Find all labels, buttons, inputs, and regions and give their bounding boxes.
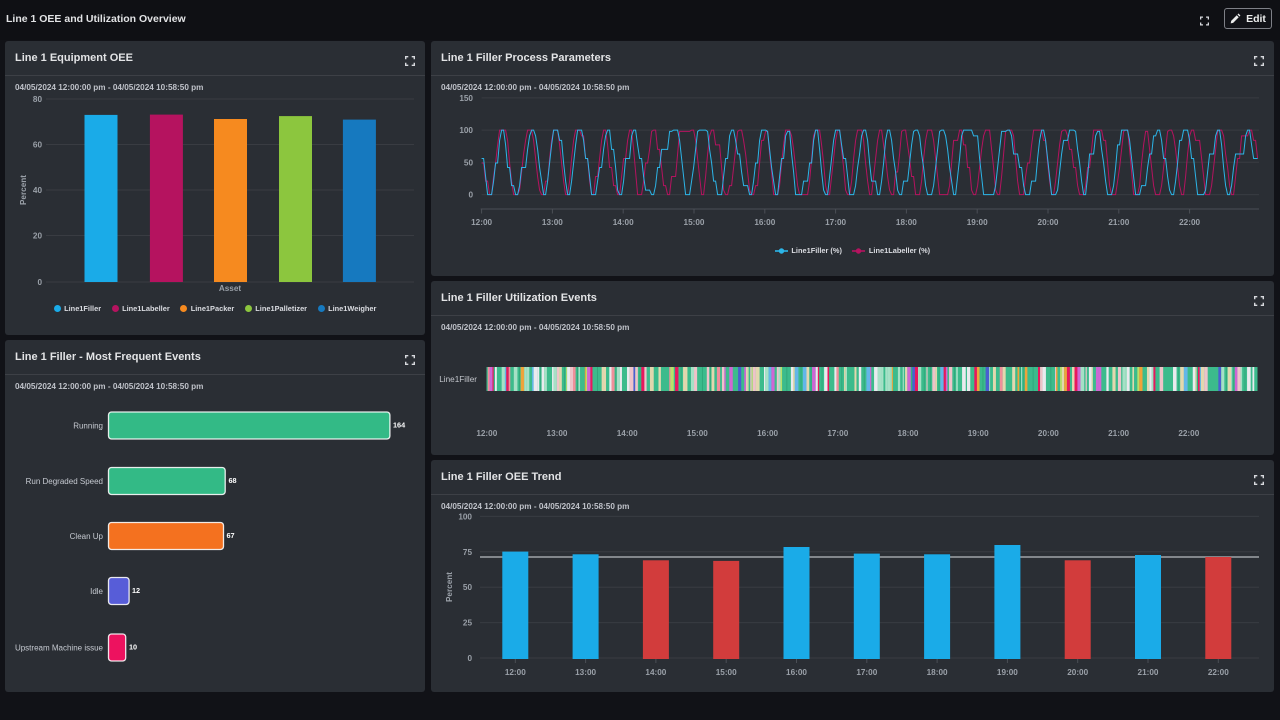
svg-text:17:00: 17:00 — [856, 668, 877, 677]
svg-text:67: 67 — [227, 531, 235, 540]
svg-text:22:00: 22:00 — [1179, 218, 1200, 227]
svg-text:19:00: 19:00 — [997, 668, 1018, 677]
svg-text:17:00: 17:00 — [825, 218, 846, 227]
svg-text:16:00: 16:00 — [757, 429, 778, 438]
svg-text:15:00: 15:00 — [684, 218, 705, 227]
svg-text:50: 50 — [464, 158, 474, 167]
svg-text:16:00: 16:00 — [754, 218, 775, 227]
svg-text:Percent: Percent — [19, 175, 28, 205]
svg-text:164: 164 — [393, 421, 406, 430]
svg-text:13:00: 13:00 — [575, 668, 596, 677]
svg-text:20:00: 20:00 — [1067, 668, 1088, 677]
svg-text:15:00: 15:00 — [687, 429, 708, 438]
svg-text:Percent: Percent — [445, 572, 454, 602]
svg-text:60: 60 — [33, 141, 43, 150]
svg-text:14:00: 14:00 — [617, 429, 638, 438]
svg-text:15:00: 15:00 — [716, 668, 737, 677]
svg-text:18:00: 18:00 — [927, 668, 948, 677]
svg-text:150: 150 — [459, 94, 473, 103]
svg-text:18:00: 18:00 — [896, 218, 917, 227]
svg-text:20: 20 — [33, 232, 43, 241]
svg-text:Asset: Asset — [219, 284, 242, 293]
svg-text:0: 0 — [37, 278, 42, 287]
svg-text:Running: Running — [73, 422, 103, 431]
svg-text:22:00: 22:00 — [1208, 668, 1229, 677]
svg-text:21:00: 21:00 — [1108, 218, 1129, 227]
svg-text:Upstream Machine issue: Upstream Machine issue — [15, 644, 104, 653]
svg-text:25: 25 — [463, 619, 473, 628]
svg-text:21:00: 21:00 — [1138, 668, 1159, 677]
svg-text:100: 100 — [459, 126, 473, 135]
svg-text:19:00: 19:00 — [967, 218, 988, 227]
svg-text:18:00: 18:00 — [898, 429, 919, 438]
svg-text:0: 0 — [467, 654, 472, 663]
svg-text:12:00: 12:00 — [505, 668, 526, 677]
svg-text:75: 75 — [463, 548, 473, 557]
svg-text:0: 0 — [468, 191, 473, 200]
svg-text:12:00: 12:00 — [476, 429, 497, 438]
svg-text:19:00: 19:00 — [968, 429, 989, 438]
svg-text:10: 10 — [129, 643, 137, 652]
svg-text:13:00: 13:00 — [547, 429, 568, 438]
svg-text:21:00: 21:00 — [1108, 429, 1129, 438]
svg-text:80: 80 — [33, 95, 43, 104]
svg-text:Idle: Idle — [90, 587, 103, 596]
svg-text:Clean Up: Clean Up — [70, 532, 104, 541]
svg-text:20:00: 20:00 — [1038, 218, 1059, 227]
svg-text:16:00: 16:00 — [786, 668, 807, 677]
svg-text:20:00: 20:00 — [1038, 429, 1059, 438]
svg-text:Line1Filler: Line1Filler — [439, 375, 477, 384]
svg-text:14:00: 14:00 — [613, 218, 634, 227]
svg-text:17:00: 17:00 — [827, 429, 848, 438]
svg-text:68: 68 — [229, 476, 237, 485]
svg-text:13:00: 13:00 — [542, 218, 563, 227]
svg-text:40: 40 — [33, 186, 43, 195]
svg-text:100: 100 — [458, 512, 472, 521]
svg-text:22:00: 22:00 — [1178, 429, 1199, 438]
svg-text:14:00: 14:00 — [645, 668, 666, 677]
svg-text:Run Degraded Speed: Run Degraded Speed — [26, 477, 103, 486]
svg-text:50: 50 — [463, 583, 473, 592]
svg-text:12:00: 12:00 — [471, 218, 492, 227]
svg-text:12: 12 — [132, 586, 140, 595]
